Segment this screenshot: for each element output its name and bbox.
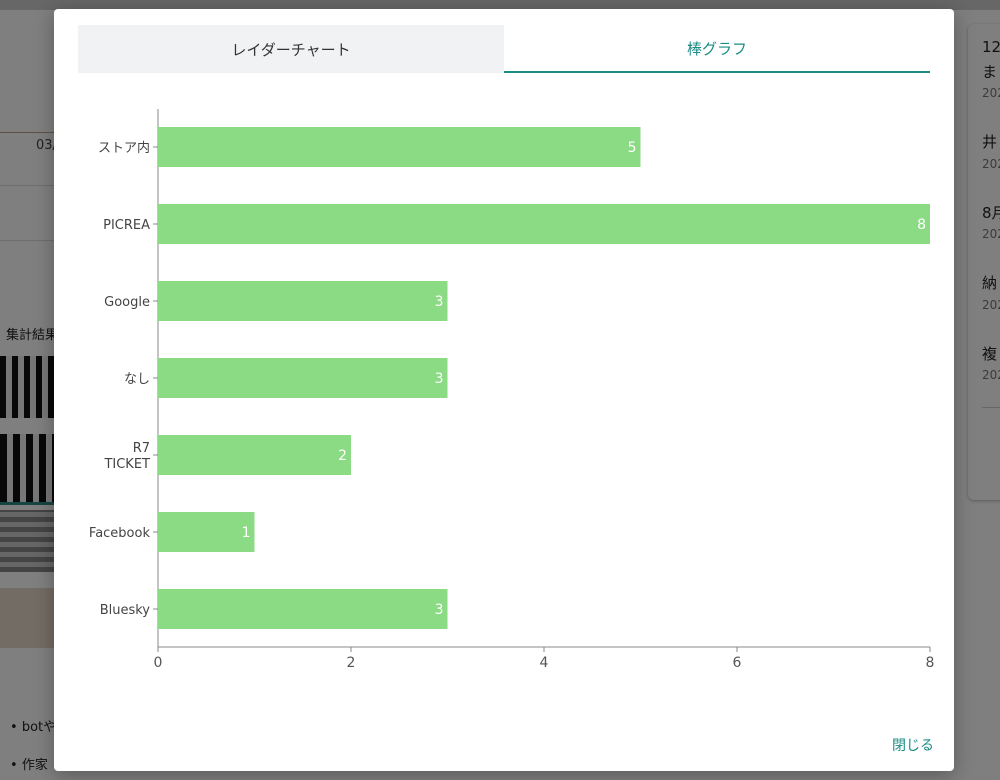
- bar-4: [158, 435, 351, 475]
- x-tick-label: 2: [347, 655, 356, 671]
- category-label: PICREA: [103, 218, 150, 233]
- data-label: 8: [917, 217, 926, 233]
- bar-5: [158, 512, 255, 552]
- bar-chart: ストア内 5 PICREA 8 Google 3 なし 3 R7 TICKET 2 Facebook 1…: [89, 109, 935, 671]
- data-label: 2: [338, 448, 347, 464]
- category-label: Google: [104, 295, 150, 310]
- bar-1: [158, 204, 930, 244]
- category-label: ストア内: [98, 140, 150, 156]
- data-label: 1: [242, 525, 251, 541]
- x-tick-label: 6: [733, 655, 742, 671]
- category-label: Bluesky: [100, 603, 151, 618]
- data-label: 5: [628, 140, 637, 156]
- bar-3: [158, 358, 448, 398]
- data-label: 3: [435, 294, 444, 310]
- bar-0: [158, 127, 641, 167]
- data-label: 3: [435, 371, 444, 387]
- category-label: Facebook: [89, 526, 151, 541]
- bar-2: [158, 281, 448, 321]
- chart-modal: レイダーチャート 棒グラフ ストア内 5 PICREA 8 Google 3 なし 3 R7 TI…: [54, 9, 954, 771]
- data-label: 3: [435, 602, 444, 618]
- x-tick-label: 8: [926, 655, 935, 671]
- x-tick-label: 4: [540, 655, 549, 671]
- x-tick-label: 0: [154, 655, 163, 671]
- bar-6: [158, 589, 448, 629]
- close-button[interactable]: 閉じる: [892, 735, 934, 755]
- category-label: なし: [124, 372, 150, 387]
- category-label: R7 TICKET: [103, 441, 150, 472]
